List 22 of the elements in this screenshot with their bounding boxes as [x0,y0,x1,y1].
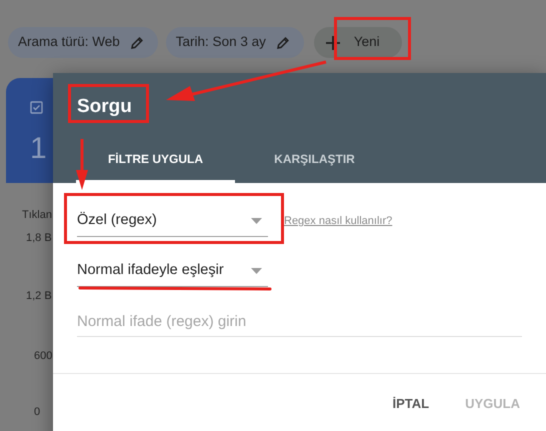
card-value: 1 [30,134,48,164]
dropdown-caret-icon [251,218,262,224]
filter-chip[interactable]: Tarih: Son 3 ay [166,27,304,58]
checkbox-icon [30,101,43,114]
plus-icon [326,36,340,50]
dialog-button[interactable]: İPTAL [382,388,440,420]
axis-label: 0 [34,405,40,420]
filter-chip[interactable]: Arama türü: Web [8,27,158,58]
axis-label: 1,8 B [26,230,52,246]
help-link[interactable]: Regex nasıl kullanılır? [284,212,392,230]
tab[interactable]: KARŞILAŞTIR [235,137,394,183]
pencil-icon [276,36,290,50]
dropdown-caret-icon [251,268,262,274]
axis-title: Tıklan [22,208,52,223]
dropdown-select[interactable]: Özel (regex) [77,205,268,237]
axis-label: 600 [34,348,52,364]
pencil-icon [130,36,144,50]
new-filter-button[interactable]: Yeni [314,27,402,58]
axis-label: 1,2 B [26,289,52,304]
dialog-title: Sorgu [77,95,132,119]
dropdown-select[interactable]: Normal ifadeyle eşleşir [77,255,268,287]
annotation-arrow [76,139,88,190]
